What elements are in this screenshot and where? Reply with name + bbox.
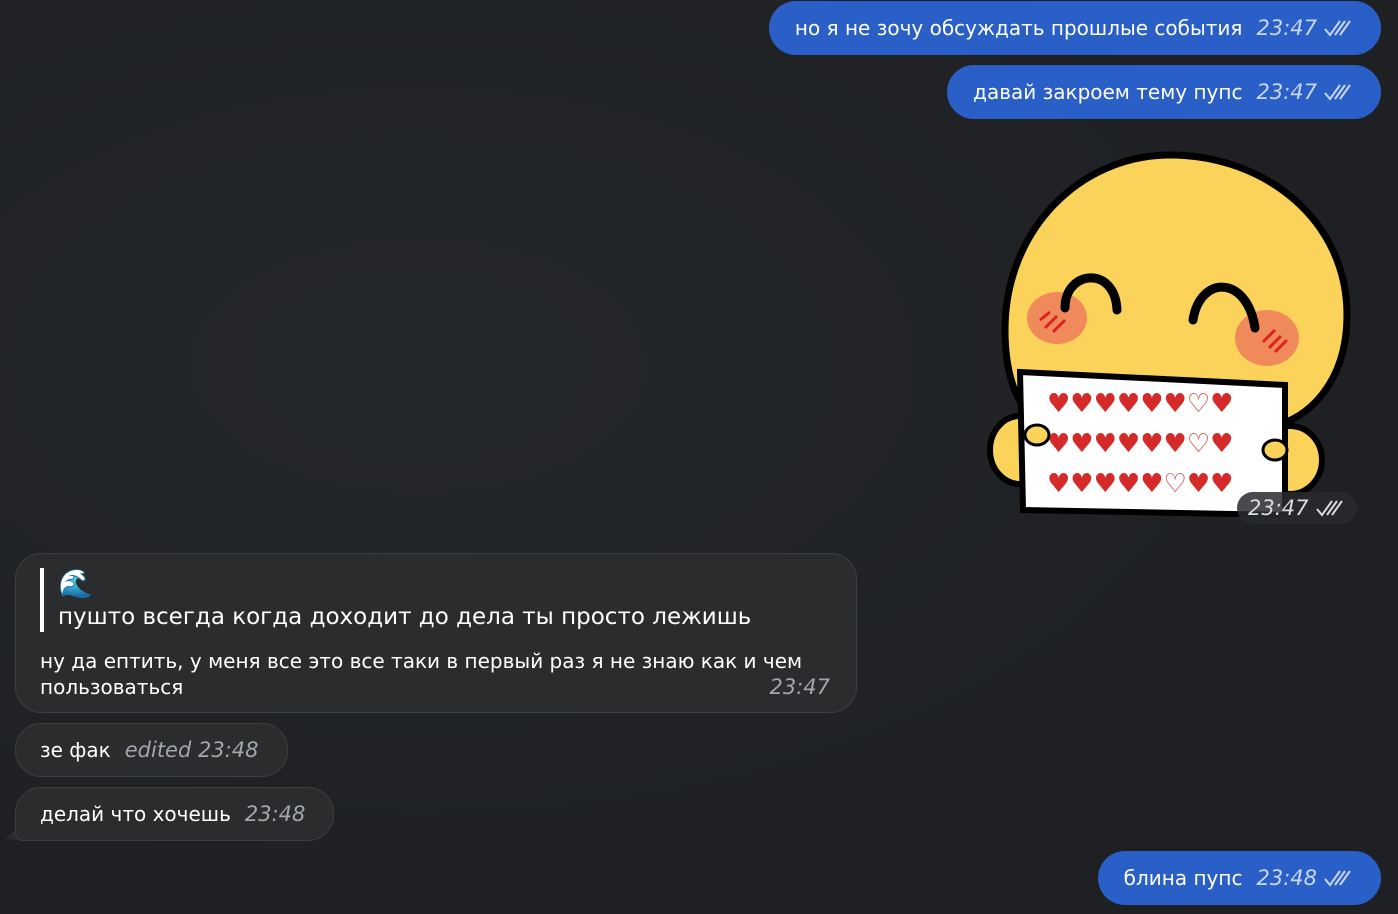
double-check-icon — [1323, 82, 1353, 102]
double-check-icon — [1323, 18, 1353, 38]
message-text: давай закроем тему пупс — [973, 80, 1243, 104]
double-check-icon — [1315, 498, 1345, 518]
incoming-message[interactable]: делай что хочешь 23:48 — [15, 787, 335, 841]
reply-quote[interactable]: 🌊 пушто всегда когда доходит до дела ты … — [40, 568, 751, 632]
quoted-text: пушто всегда когда доходит до дела ты пр… — [58, 604, 752, 630]
message-meta: 23:48 — [1256, 865, 1353, 891]
double-check-icon — [1323, 868, 1353, 888]
outgoing-message[interactable]: блина пупс 23:48 — [1097, 851, 1381, 905]
message-text: зе фак — [40, 738, 111, 762]
chat-area: но я не зочу обсуждать прошлые события 2… — [0, 0, 1398, 914]
svg-text:♥♥♥♥♥♥♡♥: ♥♥♥♥♥♥♡♥ — [1047, 429, 1233, 459]
blushing-emoji-sticker-icon: ♥♥♥♥♥♥♡♥ ♥♥♥♥♥♥♡♥ ♥♥♥♥♥♡♥♥ — [987, 151, 1351, 519]
message-time: 23:47 — [1248, 496, 1309, 520]
message-time: 23:47 — [1256, 80, 1317, 104]
message-text: блина пупс — [1123, 866, 1243, 890]
message-text: но я не зочу обсуждать прошлые события — [794, 16, 1243, 40]
message-time: 23:47 — [1256, 16, 1317, 40]
message-time: 23:48 — [1256, 866, 1317, 890]
message-meta: 23:47 — [1256, 79, 1353, 105]
message-meta: 23:47 — [1256, 15, 1353, 41]
svg-text:♥♥♥♥♥♡♥♥: ♥♥♥♥♥♡♥♥ — [1047, 469, 1233, 499]
sticker[interactable]: ♥♥♥♥♥♥♡♥ ♥♥♥♥♥♥♡♥ ♥♥♥♥♥♡♥♥ — [985, 150, 1355, 525]
message-text: делай что хочешь — [40, 802, 231, 826]
message-time: edited 23:48 — [124, 738, 259, 762]
wave-emoji-icon: 🌊 — [58, 567, 93, 600]
outgoing-message[interactable]: но я не зочу обсуждать прошлые события 2… — [768, 1, 1381, 55]
message-text: ну да ептить, у меня все это все таки в … — [40, 649, 803, 699]
sticker-meta: 23:47 — [1237, 492, 1357, 524]
message-time: 23:48 — [244, 802, 306, 826]
incoming-message[interactable]: зе фак edited 23:48 — [15, 723, 288, 777]
outgoing-message[interactable]: давай закроем тему пупс 23:47 — [947, 65, 1381, 119]
message-time: 23:47 — [769, 675, 830, 699]
svg-text:♥♥♥♥♥♥♡♥: ♥♥♥♥♥♥♡♥ — [1047, 389, 1233, 419]
incoming-reply-message[interactable]: 🌊 пушто всегда когда доходит до дела ты … — [15, 553, 857, 713]
